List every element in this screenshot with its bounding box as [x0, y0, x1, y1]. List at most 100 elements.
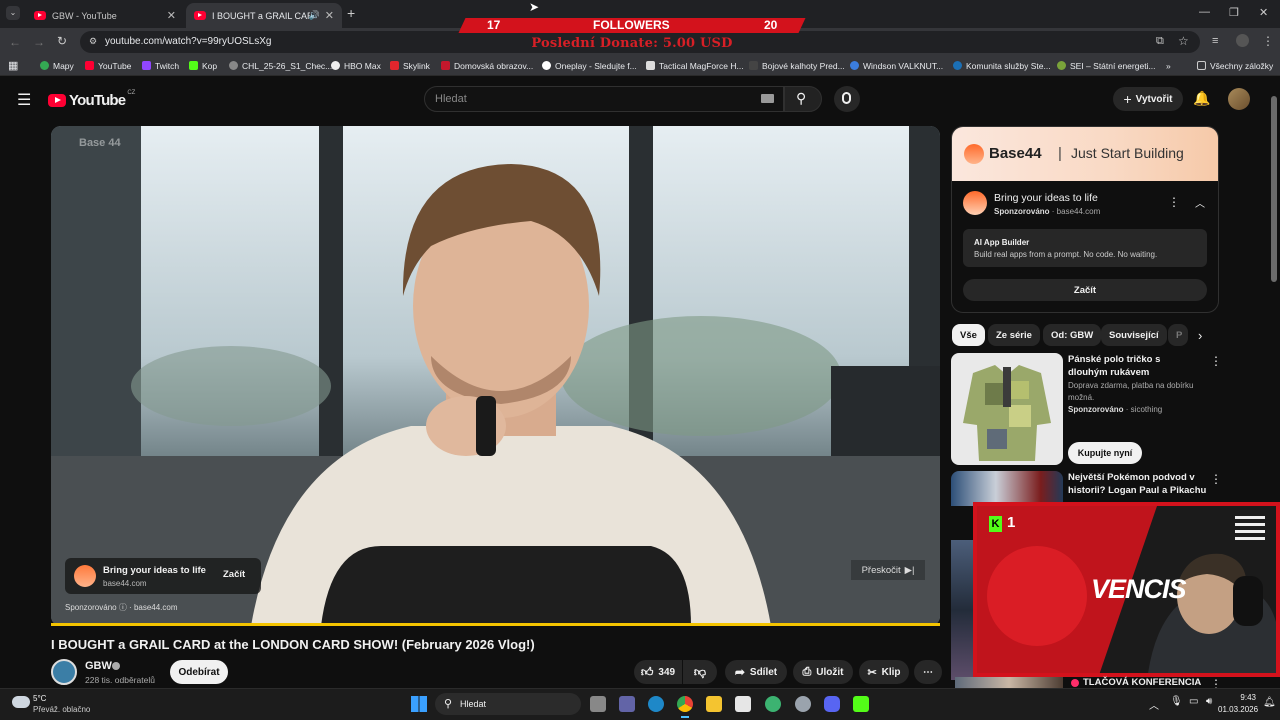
sidebar-ad-card[interactable]: Base44 | Just Start Building Bring your … [951, 126, 1219, 313]
chip-related[interactable]: Související [1101, 324, 1167, 346]
more-actions-button[interactable]: ⋯ [914, 660, 942, 684]
weather-temp[interactable]: 5°C [33, 694, 46, 703]
info-icon[interactable]: ⓘ [119, 603, 127, 612]
video-thumbnail[interactable] [951, 540, 973, 680]
chip-from-gbw[interactable]: Od: GBW [1043, 324, 1102, 346]
clock-time[interactable]: 9:43 [1225, 693, 1256, 702]
more-bookmarks-icon[interactable]: » [1166, 61, 1171, 71]
tab-video[interactable]: I BOUGHT a GRAIL CARD at 🔊 ✕ [186, 3, 342, 28]
chip-more[interactable]: P [1168, 324, 1188, 346]
subscribe-button[interactable]: Odebírat [170, 660, 228, 684]
oneplay-icon [542, 61, 551, 70]
skip-ad-button[interactable]: Přeskočit ▶| [851, 560, 925, 580]
chip-all[interactable]: Vše [952, 324, 985, 346]
search-button[interactable]: ⚲ [784, 86, 822, 112]
youtube-logo[interactable]: YouTube CZ [48, 90, 135, 110]
tray-chevron-icon[interactable]: ︿ [1149, 697, 1159, 712]
collapse-chevron-icon[interactable]: ︿ [1195, 195, 1205, 210]
bookmark-item[interactable]: Windson VALKNUT... [850, 61, 943, 71]
channel-name[interactable]: GBW [85, 660, 112, 672]
product-title[interactable]: Pánské polo tričko s dlouhým rukávem [1068, 353, 1198, 379]
page-scrollbar[interactable] [1271, 96, 1277, 282]
voice-search-button[interactable] [834, 86, 860, 112]
bookmark-item[interactable]: Bojové kalhoty Pred... [749, 61, 845, 71]
video-player[interactable]: Base 44 Bring your ideas to life base44.… [51, 126, 940, 626]
buy-now-button[interactable]: Kupujte nyní [1068, 442, 1142, 464]
bookmark-item[interactable]: Kop [189, 61, 217, 71]
network-app-icon[interactable] [765, 696, 781, 712]
bookmark-item[interactable]: CHL_25-26_S1_Chec... [229, 61, 332, 71]
ad-banner[interactable]: Base44 | Just Start Building [952, 127, 1218, 181]
task-view-icon[interactable] [590, 696, 606, 712]
like-button[interactable]: 👍︎ 349 [634, 660, 682, 684]
steam-icon[interactable] [795, 696, 811, 712]
close-window-icon[interactable]: ✕ [1259, 6, 1268, 19]
ad-start-button[interactable]: Začít [223, 569, 245, 580]
hamburger-menu-icon[interactable]: ☰ [17, 90, 31, 110]
avatar[interactable] [1228, 88, 1250, 110]
more-vert-icon[interactable]: ⋮ [1210, 472, 1222, 486]
keyboard-icon[interactable] [761, 94, 774, 103]
kick-app-icon[interactable] [853, 696, 869, 712]
file-explorer-icon[interactable] [706, 696, 722, 712]
bookmark-item[interactable]: Tactical MagForce H... [646, 61, 744, 71]
ad-overlay-card[interactable]: Bring your ideas to life base44.com Začí… [65, 558, 261, 594]
edge-icon[interactable] [648, 696, 664, 712]
sidebar-product-thumbnail[interactable] [951, 353, 1063, 465]
all-bookmarks[interactable]: Všechny záložky [1197, 61, 1273, 71]
video-thumbnail[interactable] [955, 677, 1063, 688]
notifications-tray-icon[interactable]: 🔔︎ [1263, 697, 1276, 708]
bookmark-item[interactable]: Oneplay - Sledujte f... [542, 61, 637, 71]
clock-date[interactable]: 01.03.2026 [1218, 705, 1258, 714]
bookmark-item[interactable]: SEI – Státní energeti... [1057, 61, 1156, 71]
teams-icon[interactable] [619, 696, 635, 712]
product-desc: Doprava zdarma, platba na dobírku možná. [1068, 381, 1194, 402]
discord-icon[interactable] [824, 696, 840, 712]
bookmarks-bar: ▦ Mapy YouTube Twitch Kop CHL_25-26_S1_C… [0, 56, 1280, 76]
speaker-icon[interactable]: 🔊 [309, 10, 320, 21]
store-icon[interactable] [735, 696, 751, 712]
tab-search-icon[interactable]: ⌄ [6, 6, 20, 20]
followers-left: 17 [487, 18, 501, 32]
notifications-bell-icon[interactable]: 🔔 [1193, 90, 1210, 107]
bookmark-item[interactable]: Komunita služby Ste... [953, 61, 1051, 71]
apps-icon[interactable]: ▦ [8, 59, 18, 72]
bookmark-item[interactable]: Domovská obrazov... [441, 61, 533, 71]
video-title[interactable]: TLAČOVÁ KONFERENCIA [1083, 677, 1201, 688]
live-dot-icon [1071, 679, 1079, 687]
taskbar-search[interactable]: ⚲ Hledat [435, 693, 581, 715]
bookmark-item[interactable]: Mapy [40, 61, 74, 71]
channel-avatar[interactable] [51, 659, 77, 685]
close-tab-icon[interactable]: ✕ [325, 9, 334, 22]
bookmark-item[interactable]: Twitch [142, 61, 179, 71]
chip-series[interactable]: Ze série [988, 324, 1040, 346]
more-vert-icon[interactable]: ⋮ [1210, 354, 1222, 368]
windows-start-icon[interactable] [411, 696, 427, 712]
save-button[interactable]: ⎙ Uložit [793, 660, 853, 684]
microphone-tray-icon[interactable]: 🎙︎ [1170, 696, 1183, 707]
search-input[interactable]: Hledat [424, 86, 784, 112]
thumbs-down-icon: 👎︎ [693, 664, 707, 679]
bookmark-item[interactable]: Skylink [390, 61, 430, 71]
ad-start-button[interactable]: Začít [963, 279, 1207, 301]
close-tab-icon[interactable]: ✕ [167, 9, 176, 22]
bookmark-item[interactable]: HBO Max [331, 61, 381, 71]
new-tab-icon[interactable]: + [347, 5, 355, 21]
more-vert-icon[interactable]: ⋮ [1168, 195, 1180, 209]
volume-tray-icon[interactable]: 🔊︎ [1206, 696, 1212, 707]
chrome-icon[interactable] [677, 696, 693, 712]
video-thumbnail[interactable] [951, 471, 1063, 506]
dislike-button[interactable]: 👎︎ [683, 660, 717, 684]
share-button[interactable]: ➦ Sdílet [725, 660, 787, 684]
weather-desc[interactable]: Převáž. oblačno [33, 705, 90, 714]
chevron-right-icon[interactable]: › [1198, 328, 1202, 343]
create-button[interactable]: + Vytvořit [1113, 87, 1183, 111]
tab-gbw[interactable]: GBW - YouTube ✕ [26, 3, 184, 28]
minimize-icon[interactable]: — [1199, 6, 1210, 18]
clip-button[interactable]: ✂ Klip [859, 660, 909, 684]
maximize-icon[interactable]: ❐ [1229, 6, 1239, 19]
display-tray-icon[interactable]: ▭ [1189, 696, 1198, 707]
bookmark-item[interactable]: YouTube [85, 61, 131, 71]
weather-icon[interactable] [12, 696, 30, 708]
ad-progress-bar[interactable] [51, 623, 940, 626]
